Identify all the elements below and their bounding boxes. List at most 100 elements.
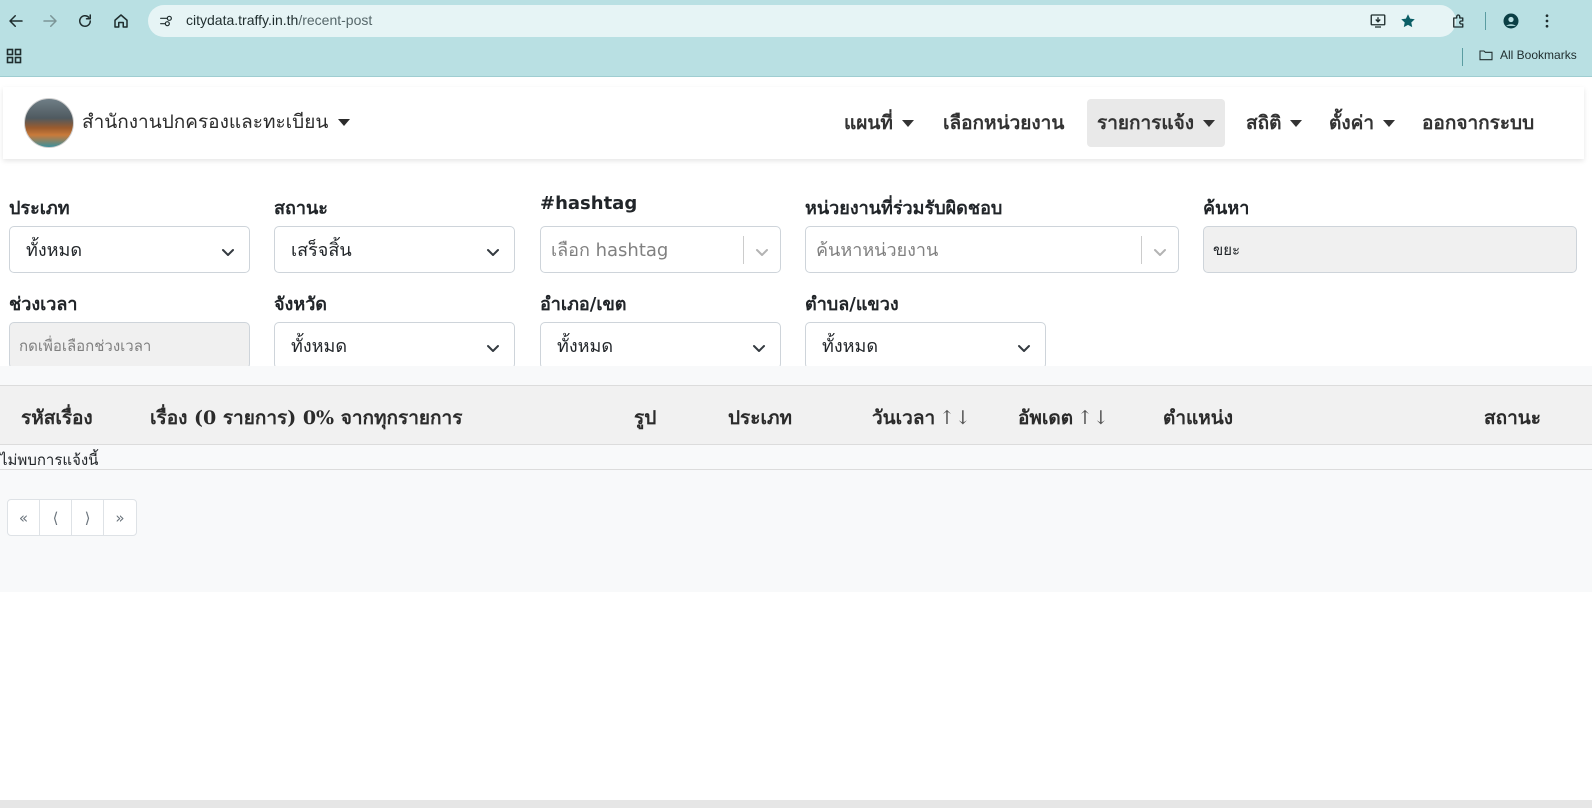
- type-select-value: ทั้งหมด: [26, 240, 83, 261]
- province-select-value: ทั้งหมด: [291, 336, 348, 357]
- period-label: ช่วงเวลา: [9, 294, 78, 315]
- home-icon: [114, 14, 128, 28]
- caret-down-icon: [901, 119, 914, 127]
- url-text: citydata.traffy.in.th/recent-post: [186, 12, 372, 28]
- subdistrict-select[interactable]: ทั้งหมด: [805, 322, 1046, 369]
- status-select[interactable]: เสร็จสิ้น: [274, 226, 515, 273]
- prev-page-button[interactable]: ⟨: [40, 500, 72, 535]
- menu-statistics-label: สถิติ: [1246, 112, 1282, 134]
- star-icon[interactable]: [1398, 11, 1418, 31]
- menu-settings[interactable]: ตั้งค่า: [1319, 99, 1405, 147]
- home-button[interactable]: [106, 6, 136, 36]
- menu-reports-label: รายการแจ้ง: [1097, 112, 1195, 134]
- site-info-icon[interactable]: [156, 11, 176, 31]
- reports-table-section: รหัสเรื่อง เรื่อง (0 รายการ) 0% จากทุกรา…: [0, 366, 1592, 592]
- chevron-down-icon: [752, 339, 766, 353]
- chevron-down-icon: [755, 243, 769, 257]
- subdistrict-label: ตำบล/แขวง: [805, 294, 899, 315]
- menu-logout[interactable]: ออกจากระบบ: [1412, 99, 1544, 147]
- next-page-button[interactable]: ⟩: [72, 500, 104, 535]
- district-label: อำเภอ/เขต: [540, 294, 627, 315]
- column-status: สถานะ: [1484, 407, 1541, 429]
- column-id: รหัสเรื่อง: [21, 407, 93, 429]
- menu-settings-label: ตั้งค่า: [1329, 112, 1374, 134]
- hashtag-placeholder: เลือก hashtag: [551, 240, 669, 261]
- last-page-button[interactable]: »: [104, 500, 136, 535]
- menu-map-label: แผนที่: [844, 112, 893, 134]
- pagination: « ⟨ ⟩ »: [7, 499, 137, 536]
- forward-button[interactable]: [35, 6, 65, 36]
- chevron-down-icon: [486, 339, 500, 353]
- province-select[interactable]: ทั้งหมด: [274, 322, 515, 369]
- search-label: ค้นหา: [1203, 198, 1250, 219]
- folder-icon: [1479, 50, 1493, 61]
- avatar[interactable]: [24, 98, 74, 148]
- menu-logout-label: ออกจากระบบ: [1422, 112, 1535, 134]
- menu-statistics[interactable]: สถิติ: [1236, 99, 1312, 147]
- extensions-icon[interactable]: [1444, 6, 1474, 36]
- type-label: ประเภท: [9, 198, 70, 219]
- column-type: ประเภท: [728, 407, 793, 429]
- address-bar[interactable]: citydata.traffy.in.th/recent-post: [148, 5, 1456, 37]
- chevron-down-icon: [1017, 339, 1031, 353]
- all-bookmarks-label: All Bookmarks: [1500, 48, 1577, 62]
- agency-select[interactable]: ค้นหาหน่วยงาน: [805, 226, 1179, 273]
- status-label: สถานะ: [274, 198, 328, 219]
- status-select-value: เสร็จสิ้น: [291, 240, 352, 261]
- forward-icon: [43, 15, 57, 27]
- install-icon[interactable]: [1368, 11, 1388, 31]
- horizontal-scrollbar[interactable]: [0, 800, 1592, 808]
- url-path: /recent-post: [298, 12, 373, 28]
- column-image: รูป: [634, 407, 657, 429]
- back-button[interactable]: [1, 6, 31, 36]
- chevron-down-icon: [486, 243, 500, 257]
- reload-icon: [79, 14, 91, 27]
- toolbar-divider: [1485, 12, 1486, 30]
- hashtag-label: #hashtag: [540, 193, 638, 214]
- table-header: รหัสเรื่อง เรื่อง (0 รายการ) 0% จากทุกรา…: [0, 385, 1592, 445]
- period-input[interactable]: กดเพื่อเลือกช่วงเวลา: [9, 322, 250, 369]
- caret-down-icon: [1290, 119, 1303, 127]
- apps-grid-icon[interactable]: [6, 48, 22, 64]
- type-select[interactable]: ทั้งหมด: [9, 226, 250, 273]
- caret-down-icon: [338, 118, 351, 126]
- sort-icon[interactable]: ↑↓: [939, 407, 971, 429]
- first-page-button[interactable]: «: [8, 500, 40, 535]
- period-placeholder: กดเพื่อเลือกช่วงเวลา: [19, 336, 152, 355]
- empty-message: ไม่พบการแจ้งนี้: [0, 451, 99, 469]
- search-input[interactable]: ขยะ: [1203, 226, 1577, 273]
- menu-select-agency-label: เลือกหน่วยงาน: [943, 112, 1065, 134]
- district-select[interactable]: ทั้งหมด: [540, 322, 781, 369]
- column-updated[interactable]: อัพเดต ↑↓: [1018, 403, 1109, 433]
- caret-down-icon: [1383, 119, 1395, 127]
- table-row: ไม่พบการแจ้งนี้: [0, 445, 1592, 470]
- column-title: เรื่อง (0 รายการ) 0% จากทุกรายการ: [150, 407, 463, 429]
- search-input-value: ขยะ: [1213, 240, 1241, 259]
- menu-reports[interactable]: รายการแจ้ง: [1087, 99, 1226, 147]
- agency-label: หน่วยงานที่ร่วมรับผิดชอบ: [805, 198, 1003, 219]
- browser-chrome: citydata.traffy.in.th/recent-post All Bo…: [0, 0, 1592, 77]
- org-dropdown[interactable]: สำนักงานปกครองและทะเบียน: [82, 107, 351, 137]
- select-divider: [743, 236, 744, 264]
- district-select-value: ทั้งหมด: [557, 336, 614, 357]
- back-icon: [9, 15, 23, 27]
- kebab-menu-icon[interactable]: [1532, 6, 1562, 36]
- url-host: citydata.traffy.in.th: [186, 12, 299, 28]
- agency-placeholder: ค้นหาหน่วยงาน: [816, 240, 939, 261]
- profile-icon[interactable]: [1496, 6, 1526, 36]
- app-navbar: สำนักงานปกครองและทะเบียน แผนที่ เลือกหน่…: [3, 87, 1584, 159]
- province-label: จังหวัด: [274, 294, 327, 315]
- bookmarks-divider: [1462, 48, 1463, 66]
- menu-select-agency[interactable]: เลือกหน่วยงาน: [933, 99, 1074, 147]
- caret-down-icon: [1203, 119, 1216, 127]
- hashtag-select[interactable]: เลือก hashtag: [540, 226, 781, 273]
- select-divider: [1141, 236, 1142, 264]
- column-datetime[interactable]: วันเวลา ↑↓: [872, 403, 971, 433]
- sort-icon[interactable]: ↑↓: [1077, 407, 1109, 429]
- reload-button[interactable]: [70, 6, 100, 36]
- menu-map[interactable]: แผนที่: [834, 99, 924, 147]
- all-bookmarks-button[interactable]: All Bookmarks: [1478, 47, 1577, 63]
- chevron-down-icon: [1153, 243, 1167, 257]
- column-datetime-label: วันเวลา: [872, 407, 936, 429]
- column-updated-label: อัพเดต: [1018, 407, 1074, 429]
